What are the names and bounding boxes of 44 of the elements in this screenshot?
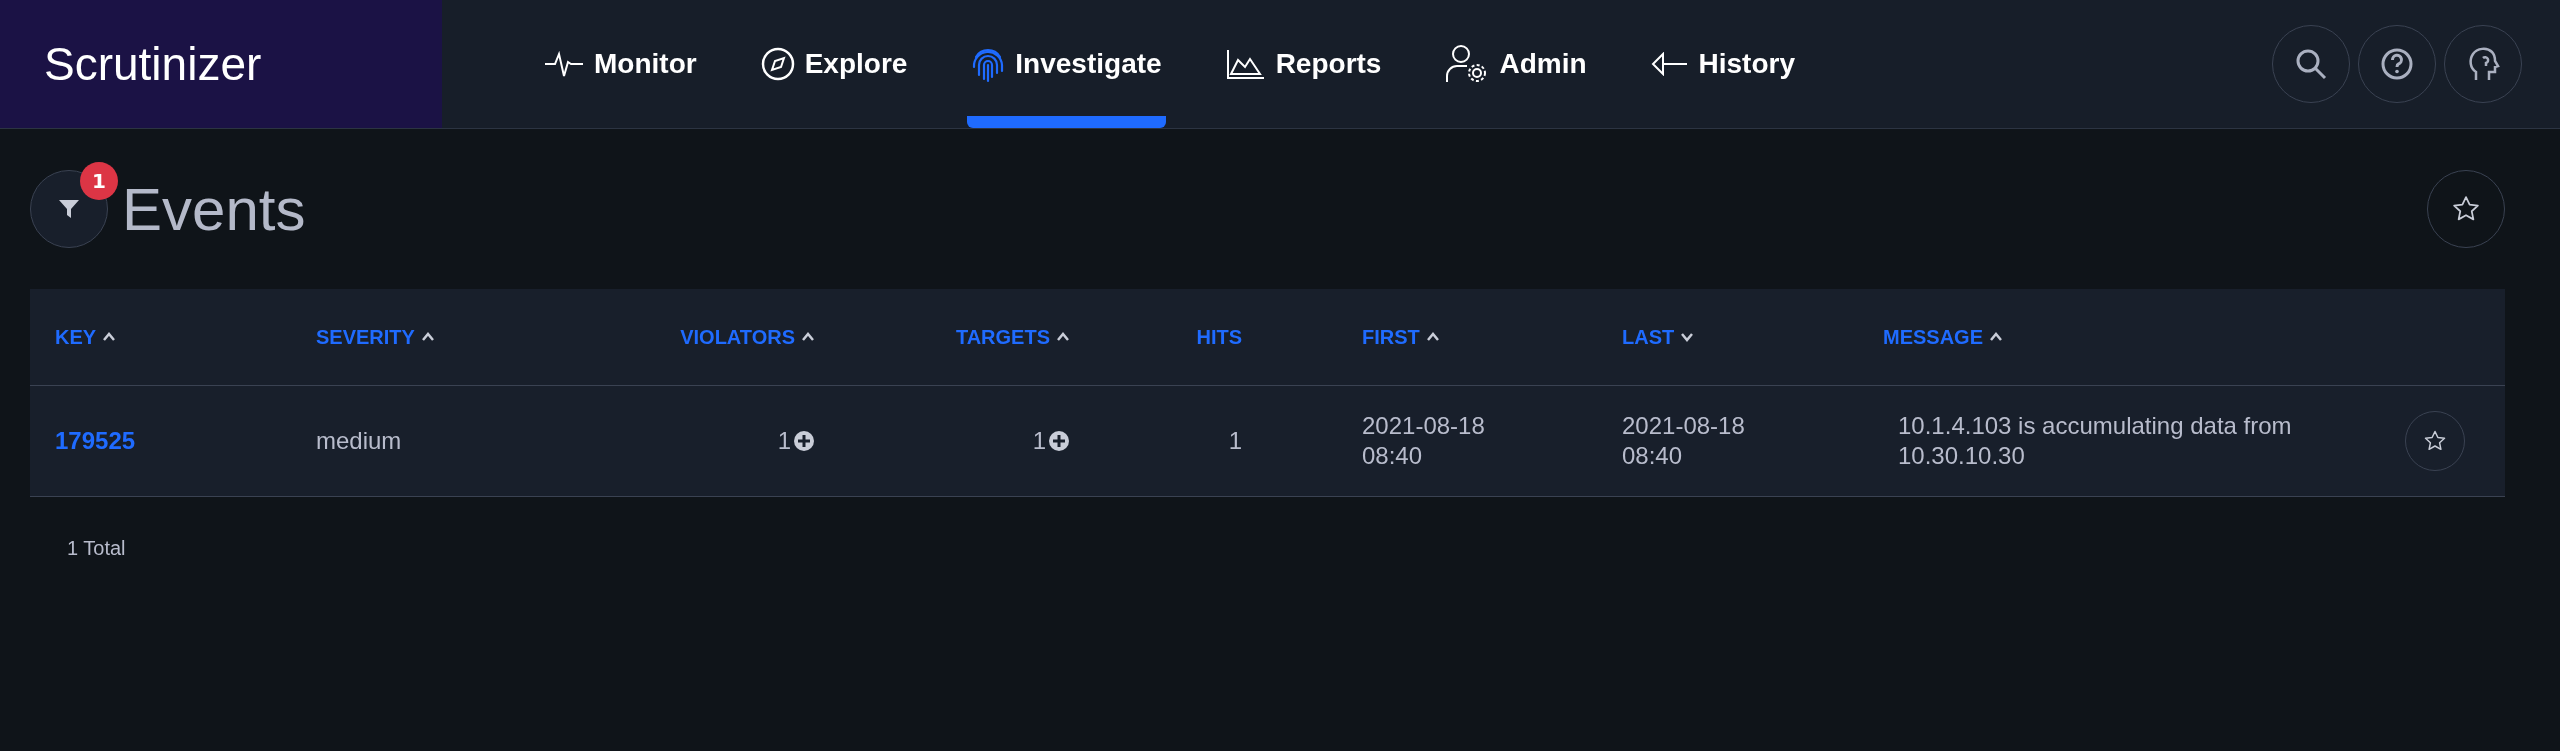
chevron-down-icon — [1680, 332, 1695, 342]
nav-tab[interactable]: History — [1646, 0, 1799, 128]
chevron-up-icon — [102, 332, 117, 342]
first-time-cell: 2021-08-18 08:40 — [1362, 411, 1485, 471]
pulse-icon — [544, 49, 584, 79]
message-cell-text: 10.1.4.103 is accumulating data from 10.30.10.30 — [1897, 411, 2293, 471]
chevron-up-icon — [801, 332, 815, 342]
nav-tab[interactable]: Explore — [756, 0, 912, 128]
help-icon — [2380, 47, 2414, 81]
targets-count: 1 — [1032, 427, 1046, 455]
plus-circle-icon[interactable] — [793, 430, 815, 452]
chevron-up-icon — [420, 332, 435, 342]
column-header[interactable]: MESSAGE — [1883, 325, 2004, 349]
nav-tab[interactable]: Reports — [1221, 0, 1386, 128]
compass-icon — [760, 47, 795, 81]
column-header[interactable]: VIOLATORS — [680, 325, 815, 349]
app-logo[interactable]: Scrutinizer — [44, 37, 262, 91]
column-header[interactable]: KEY — [55, 325, 117, 349]
violators-count: 1 — [777, 427, 791, 455]
nav-tab[interactable]: Monitor — [540, 0, 701, 128]
hits-count: 1 — [1228, 427, 1242, 455]
severity-cell: medium — [316, 427, 402, 455]
back-arrow-icon — [1650, 52, 1689, 76]
search-icon — [2294, 47, 2328, 81]
column-header[interactable]: LAST — [1622, 325, 1695, 349]
filter-count-badge: 1 — [80, 162, 118, 200]
head-icon — [2466, 46, 2500, 82]
area-chart-icon — [1225, 48, 1266, 80]
chevron-up-icon — [1989, 332, 2004, 342]
column-header[interactable]: FIRST — [1362, 325, 1440, 349]
page-title: Events — [122, 174, 306, 244]
filter-icon — [57, 197, 81, 221]
nav-tab[interactable]: Admin — [1441, 0, 1591, 128]
column-header[interactable]: SEVERITY — [316, 325, 435, 349]
last-time-cell: 2021-08-18 08:40 — [1622, 411, 1745, 471]
plus-circle-icon[interactable] — [1048, 430, 1070, 452]
nav-tab[interactable]: Investigate — [967, 0, 1166, 128]
event-key-link[interactable]: 179525 — [55, 427, 136, 455]
total-count: 1 Total — [66, 536, 127, 560]
chevron-up-icon — [1056, 332, 1070, 342]
star-icon — [2423, 429, 2447, 453]
column-header[interactable]: HITS — [1196, 325, 1242, 349]
chevron-up-icon — [1425, 332, 1440, 342]
column-header[interactable]: TARGETS — [955, 325, 1070, 349]
